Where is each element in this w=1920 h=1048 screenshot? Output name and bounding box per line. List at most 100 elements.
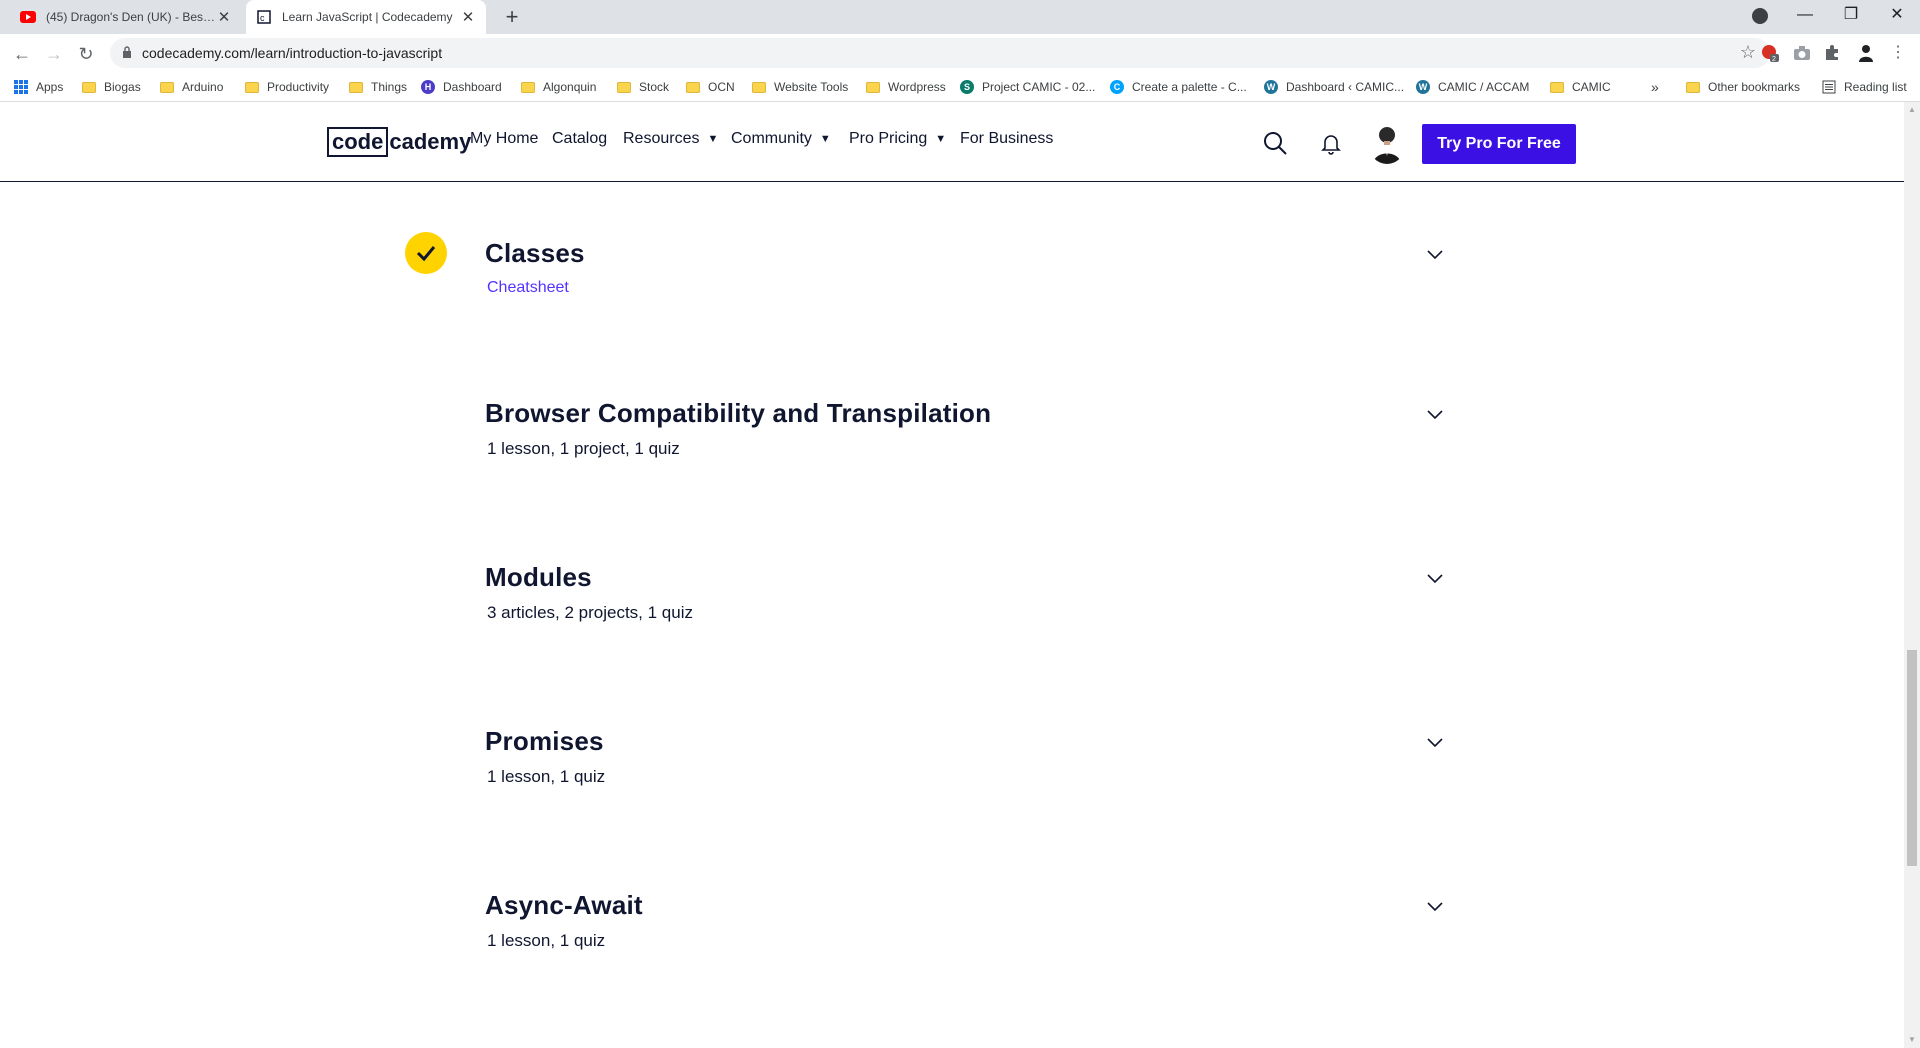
restore-icon[interactable]: ❐	[1828, 0, 1874, 30]
nav-my-home[interactable]: My Home	[470, 130, 538, 148]
bookmark-star-icon[interactable]: ☆	[1740, 42, 1756, 63]
browser-tab-codecademy[interactable]: c Learn JavaScript | Codecademy ✕	[246, 0, 486, 34]
folder-icon	[82, 81, 96, 93]
bookmark-label: Reading list	[1844, 80, 1907, 94]
site-header: code cademy My Home Catalog Resources ▼ Co…	[0, 102, 1904, 182]
apps-grid-icon	[14, 80, 28, 94]
bookmark-label: Create a palette - C...	[1132, 80, 1247, 94]
browser-menu-icon[interactable]: ⋮	[1888, 43, 1908, 63]
bookmark-label: Wordpress	[888, 80, 946, 94]
nav-community[interactable]: Community ▼	[731, 130, 831, 148]
syllabus-module[interactable]: Async-Await 1 lesson, 1 quiz	[485, 890, 1445, 951]
bookmark-folder[interactable]: Algonquin	[521, 72, 596, 102]
page-scrollbar[interactable]: ▲ ▼	[1904, 102, 1920, 1048]
reading-list[interactable]: Reading list	[1822, 72, 1907, 102]
notifications-bell-icon[interactable]	[1318, 130, 1344, 156]
nav-pro-pricing[interactable]: Pro Pricing ▼	[849, 130, 946, 148]
search-icon[interactable]	[1262, 130, 1288, 156]
bookmark-label: Other bookmarks	[1708, 80, 1801, 94]
bookmark-link[interactable]: H Dashboard	[421, 72, 502, 102]
browser-tab-youtube[interactable]: (45) Dragon's Den (UK) - Best Ev ✕	[10, 0, 242, 34]
syllabus-module[interactable]: Classes Cheatsheet	[485, 238, 1445, 297]
close-window-icon[interactable]: ✕	[1874, 0, 1920, 30]
bookmarks-bar: Apps Biogas Arduino Productivity Things …	[0, 72, 1920, 102]
wordpress-icon: W	[1416, 80, 1430, 94]
scroll-up-icon[interactable]: ▲	[1904, 102, 1920, 118]
module-summary: 3 articles, 2 projects, 1 quiz	[487, 603, 693, 622]
syllabus-module[interactable]: Promises 1 lesson, 1 quiz	[485, 726, 1445, 787]
cheatsheet-link[interactable]: Cheatsheet	[487, 279, 1445, 297]
profile-avatar-icon[interactable]	[1856, 43, 1876, 63]
svg-text:c: c	[260, 13, 265, 23]
chevron-down-icon[interactable]	[1425, 896, 1445, 916]
folder-icon	[245, 81, 259, 93]
bookmark-folder[interactable]: OCN	[686, 72, 735, 102]
try-pro-button[interactable]: Try Pro For Free	[1422, 124, 1576, 164]
browser-toolbar: ← → ↻ codecademy.com/learn/introduction-…	[0, 34, 1920, 72]
chevron-down-icon[interactable]	[1425, 568, 1445, 588]
module-title: Modules	[485, 562, 592, 592]
bookmark-label: Things	[371, 80, 408, 94]
bookmark-folder[interactable]: Productivity	[245, 72, 329, 102]
bookmark-label: Arduino	[182, 80, 224, 94]
chevron-down-icon[interactable]	[1425, 732, 1445, 752]
caret-down-icon: ▼	[935, 133, 947, 145]
module-title: Promises	[485, 726, 604, 756]
extension-badge-icon[interactable]: 2	[1760, 43, 1780, 63]
chevron-down-icon[interactable]	[1425, 404, 1445, 424]
forward-icon[interactable]: →	[40, 40, 68, 68]
bookmark-folder[interactable]: Wordpress	[866, 72, 946, 102]
bookmark-label: Biogas	[104, 80, 141, 94]
browser-tab-strip: (45) Dragon's Den (UK) - Best Ev ✕ c Lea…	[0, 0, 1920, 34]
user-avatar[interactable]	[1368, 122, 1406, 164]
bookmark-link[interactable]: W Dashboard ‹ CAMIC...	[1264, 72, 1404, 102]
scroll-down-icon[interactable]: ▼	[1904, 1032, 1920, 1048]
bookmark-apps[interactable]: Apps	[14, 72, 63, 102]
close-tab-icon[interactable]: ✕	[460, 8, 476, 26]
address-bar[interactable]: codecademy.com/learn/introduction-to-jav…	[110, 38, 1770, 68]
syllabus-module[interactable]: Modules 3 articles, 2 projects, 1 quiz	[485, 562, 1445, 623]
module-summary: 1 lesson, 1 quiz	[487, 767, 606, 786]
minimize-icon[interactable]: —	[1782, 0, 1828, 30]
syllabus-content: Classes Cheatsheet Browser Compatibility…	[0, 183, 1904, 1048]
new-tab-button[interactable]: +	[498, 4, 526, 30]
bookmark-link[interactable]: C Create a palette - C...	[1110, 72, 1247, 102]
module-title: Classes	[485, 238, 585, 268]
extensions-puzzle-icon[interactable]	[1822, 43, 1842, 63]
folder-icon	[1686, 81, 1700, 93]
chevron-down-icon[interactable]	[1425, 244, 1445, 264]
bookmark-label: Algonquin	[543, 80, 597, 94]
bookmark-label: Productivity	[267, 80, 330, 94]
camera-icon[interactable]	[1792, 43, 1812, 63]
bookmark-folder[interactable]: Things	[349, 72, 407, 102]
close-tab-icon[interactable]: ✕	[216, 8, 232, 26]
wordpress-icon: W	[1264, 80, 1278, 94]
bookmark-folder[interactable]: Arduino	[160, 72, 223, 102]
bookmark-folder[interactable]: Website Tools	[752, 72, 848, 102]
bookmark-folder[interactable]: CAMIC	[1550, 72, 1611, 102]
bookmarks-overflow-button[interactable]: »	[1651, 72, 1659, 102]
codecademy-logo[interactable]: code cademy	[327, 126, 471, 158]
nav-catalog[interactable]: Catalog	[552, 130, 607, 148]
coolors-icon: C	[1110, 80, 1124, 94]
folder-icon	[521, 81, 535, 93]
bookmark-link[interactable]: W CAMIC / ACCAM	[1416, 72, 1529, 102]
bookmark-folder[interactable]: Biogas	[82, 72, 141, 102]
tab-search-icon[interactable]	[1752, 8, 1768, 24]
bookmark-label: CAMIC / ACCAM	[1438, 80, 1530, 94]
bookmark-folder[interactable]: Stock	[617, 72, 669, 102]
module-title: Browser Compatibility and Transpilation	[485, 398, 992, 428]
nav-for-business[interactable]: For Business	[960, 130, 1053, 148]
scrollbar-thumb[interactable]	[1907, 650, 1917, 866]
reload-icon[interactable]: ↻	[72, 40, 100, 68]
bookmark-link[interactable]: S Project CAMIC - 02...	[960, 72, 1095, 102]
nav-resources[interactable]: Resources ▼	[623, 130, 718, 148]
bookmark-label: Stock	[639, 80, 670, 94]
nav-label: Resources	[623, 130, 700, 147]
nav-label: Pro Pricing	[849, 130, 928, 147]
bookmark-label: Project CAMIC - 02...	[982, 80, 1096, 94]
syllabus-module[interactable]: Browser Compatibility and Transpilation …	[485, 398, 1445, 459]
back-icon[interactable]: ←	[8, 40, 36, 68]
completed-check-icon	[405, 232, 447, 274]
other-bookmarks[interactable]: Other bookmarks	[1686, 72, 1800, 102]
